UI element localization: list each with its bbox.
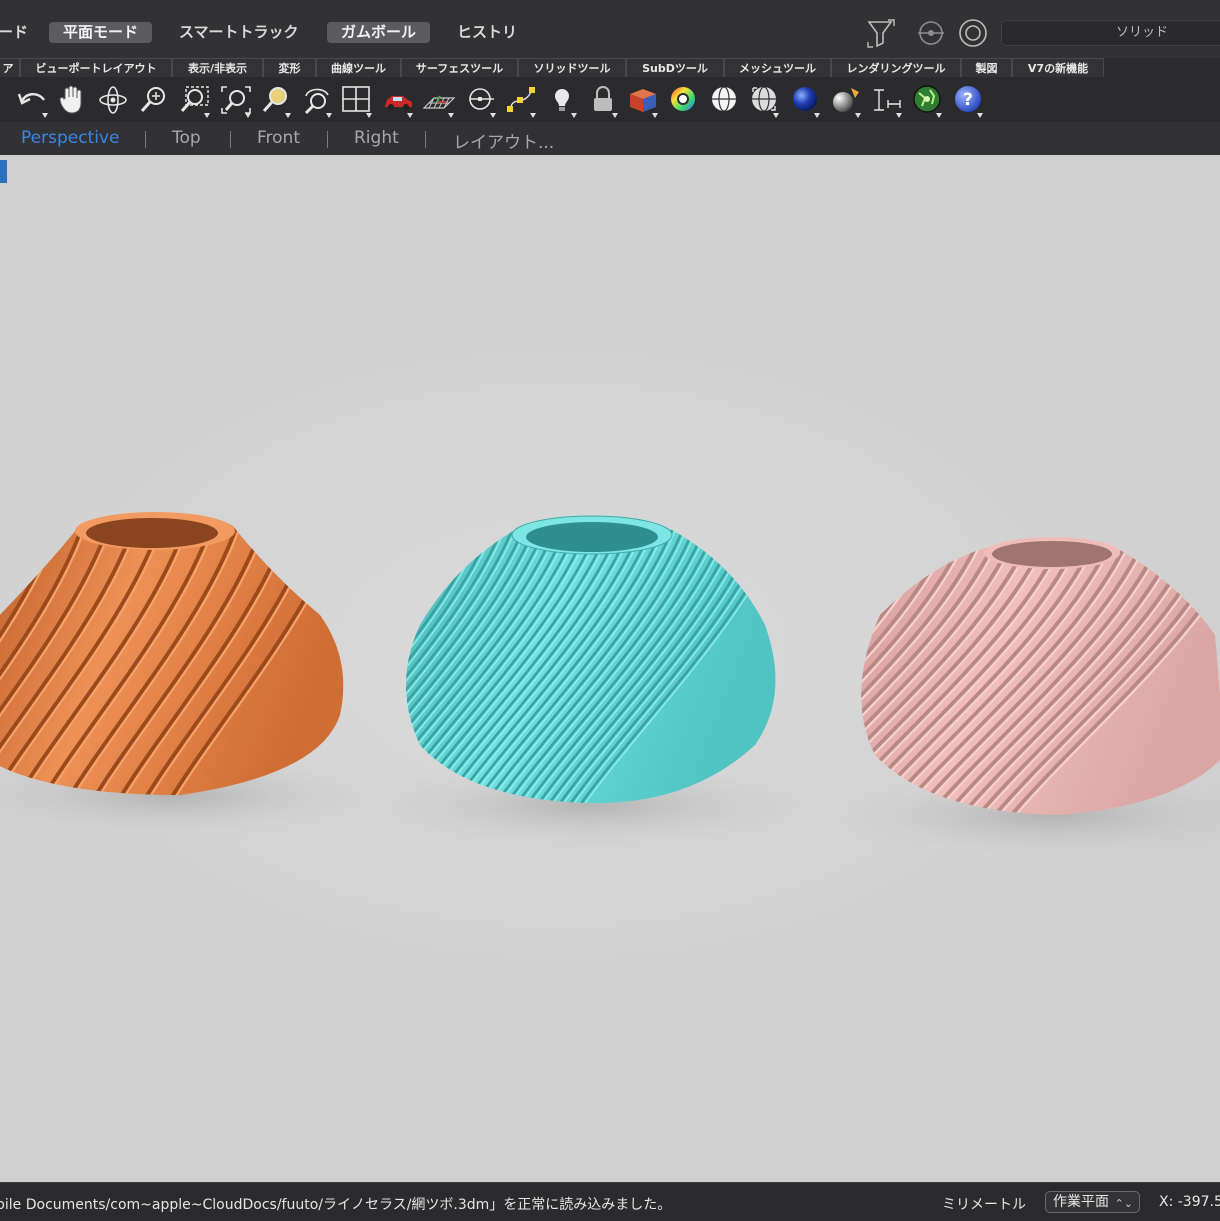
zoom-extents-icon[interactable] xyxy=(219,84,253,118)
status-message: bile Documents/com~apple~CloudDocs/fuuto… xyxy=(0,1197,672,1213)
toolbar-tabs: ア ビューポートレイアウト 表示/非表示 変形 曲線ツール サーフェスツール ソ… xyxy=(0,58,1220,78)
chevron-updown-icon: ⌃⌄ xyxy=(1114,1197,1133,1210)
svg-text:?: ? xyxy=(963,90,973,110)
history-button[interactable]: ヒストリ xyxy=(457,22,517,43)
tab-front[interactable]: Front xyxy=(257,128,300,148)
tab-top[interactable]: Top xyxy=(172,128,201,148)
tab-v7-new-features[interactable]: V7の新機能 xyxy=(1012,58,1104,77)
zoom-selected-icon[interactable] xyxy=(259,84,293,118)
construction-plane-select[interactable]: 作業平面 ⌃⌄ xyxy=(1045,1191,1140,1213)
rendered-sphere-icon[interactable] xyxy=(788,84,822,118)
mode-bar: ード 平面モード スマートトラック ガムボール ヒストリ ソリッド xyxy=(0,0,1220,58)
mode-item-partial[interactable]: ード xyxy=(0,22,28,43)
tab-surface-tools[interactable]: サーフェスツール xyxy=(401,58,518,77)
tab-viewport-layout[interactable]: ビューポートレイアウト xyxy=(20,58,172,77)
units-label[interactable]: ミリメートル xyxy=(942,1194,1026,1214)
status-bar: bile Documents/com~apple~CloudDocs/fuuto… xyxy=(0,1182,1220,1221)
tab-separator xyxy=(145,131,146,148)
zoom-icon[interactable] xyxy=(137,84,171,116)
smart-track-button[interactable]: スマートトラック xyxy=(179,22,299,43)
tab-drafting[interactable]: 製図 xyxy=(961,58,1012,77)
object-snap-icon[interactable] xyxy=(464,84,498,118)
dimension-icon[interactable] xyxy=(870,84,904,118)
tab-show-hide[interactable]: 表示/非表示 xyxy=(172,58,263,77)
tab-partial[interactable]: ア xyxy=(0,58,20,77)
tab-separator xyxy=(230,131,231,148)
grid-plane-icon[interactable] xyxy=(422,84,456,118)
gumball-button[interactable]: ガムボール xyxy=(327,22,431,43)
tab-separator xyxy=(425,131,426,148)
viewport-tabs: Perspective Top Front Right レイアウト... xyxy=(0,122,1220,155)
globe-icon[interactable] xyxy=(910,84,944,118)
orange-vase[interactable] xyxy=(0,512,344,801)
render-light-icon[interactable] xyxy=(829,84,863,118)
points-on-icon[interactable] xyxy=(504,84,538,118)
snap-toggle-icon[interactable] xyxy=(916,19,946,51)
box-solid-icon[interactable] xyxy=(626,84,660,118)
planar-mode-button[interactable]: 平面モード xyxy=(49,22,153,43)
perspective-viewport[interactable] xyxy=(0,155,1220,1182)
shaded-sphere-icon[interactable] xyxy=(747,84,781,118)
tab-solid-tools[interactable]: ソリッドツール xyxy=(518,58,626,77)
tab-mesh-tools[interactable]: メッシュツール xyxy=(724,58,831,77)
tab-layout[interactable]: レイアウト... xyxy=(453,128,554,153)
wireframe-sphere-icon[interactable] xyxy=(707,84,741,116)
coordinate-readout: X: -397.5 xyxy=(1159,1194,1220,1210)
help-icon[interactable]: ? xyxy=(951,84,985,118)
osnap-target-icon[interactable] xyxy=(958,18,988,52)
color-wheel-icon[interactable] xyxy=(666,84,700,116)
rotate-camera-icon[interactable] xyxy=(300,84,334,118)
tab-subd-tools[interactable]: SubDツール xyxy=(626,58,724,77)
display-mode-field[interactable]: ソリッド xyxy=(1001,20,1220,46)
construction-plane-value: 作業平面 xyxy=(1053,1194,1109,1210)
light-bulb-icon[interactable] xyxy=(545,84,579,118)
lock-icon[interactable] xyxy=(586,84,620,118)
tab-render-tools[interactable]: レンダリングツール xyxy=(831,58,961,77)
tab-transform[interactable]: 変形 xyxy=(263,58,316,77)
scene-canvas xyxy=(0,512,1220,860)
rotate-view-icon[interactable] xyxy=(96,84,130,116)
selection-filter-icon[interactable] xyxy=(866,18,898,52)
zoom-window-icon[interactable] xyxy=(178,84,212,118)
tab-separator xyxy=(327,131,328,148)
undo-icon[interactable] xyxy=(16,84,50,118)
tab-curve-tools[interactable]: 曲線ツール xyxy=(316,58,401,77)
four-viewports-icon[interactable] xyxy=(340,84,374,118)
car-object-icon[interactable] xyxy=(381,84,415,118)
main-toolbar: ? xyxy=(0,78,1220,122)
tab-perspective[interactable]: Perspective xyxy=(21,128,119,148)
pan-hand-icon[interactable] xyxy=(56,84,90,116)
tab-right[interactable]: Right xyxy=(354,128,399,148)
